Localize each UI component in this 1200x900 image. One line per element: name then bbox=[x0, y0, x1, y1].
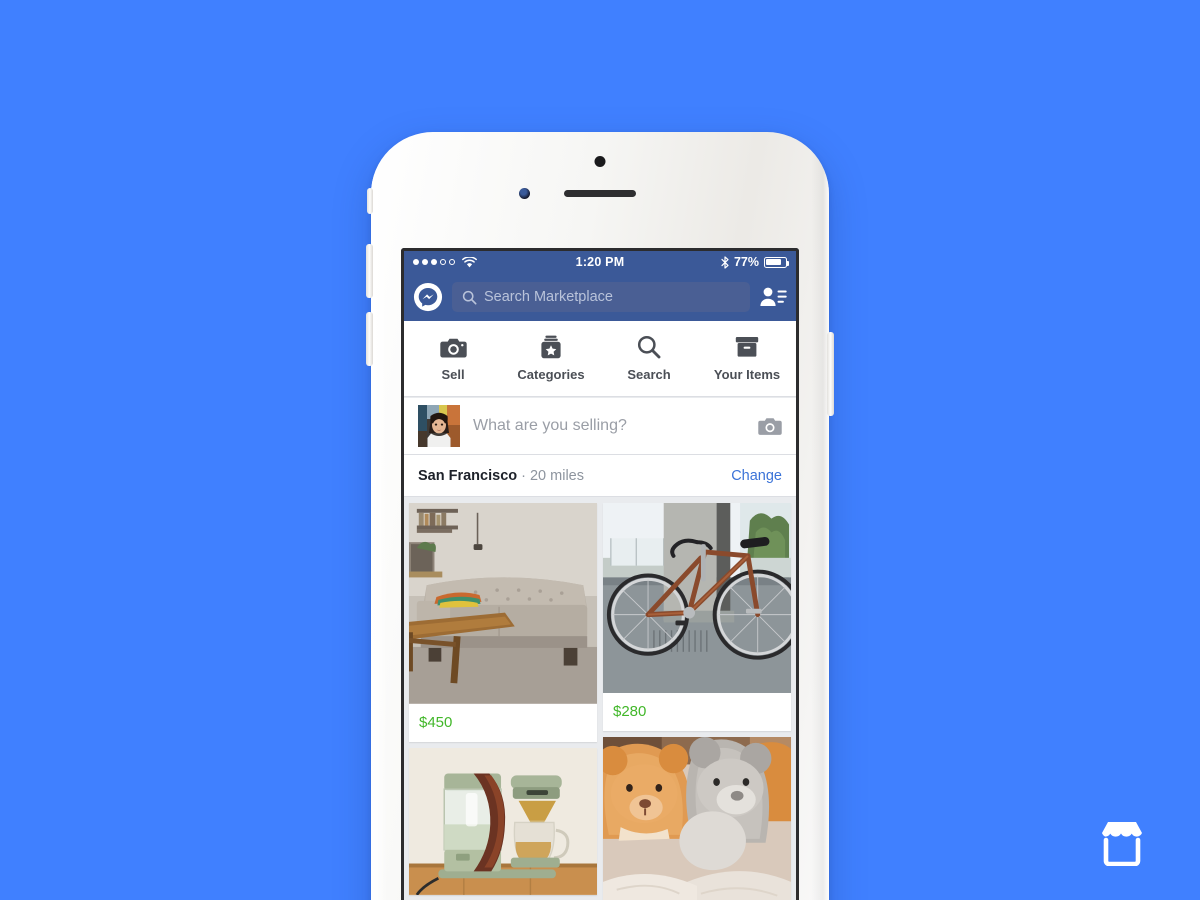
messenger-icon[interactable] bbox=[413, 282, 443, 312]
orange-and-grey-teddy-bears bbox=[603, 736, 791, 900]
nav-tab-sell[interactable]: Sell bbox=[404, 321, 502, 396]
magnifier-icon bbox=[637, 335, 661, 359]
nav-tab-label: Your Items bbox=[713, 367, 781, 382]
proximity-sensor bbox=[594, 156, 606, 167]
copper-road-bicycle-against-concrete-pillar bbox=[603, 503, 791, 693]
feed-column-left: $450 bbox=[409, 503, 597, 900]
listing-card[interactable] bbox=[409, 747, 597, 895]
change-location-link[interactable]: Change bbox=[731, 468, 782, 484]
camera-icon bbox=[439, 335, 467, 359]
front-camera bbox=[519, 188, 530, 199]
search-input[interactable]: Search Marketplace bbox=[452, 282, 750, 312]
listing-price: $280 bbox=[613, 702, 647, 720]
feed-column-right: $280 bbox=[603, 503, 791, 900]
nav-tab-your-items[interactable]: Your Items bbox=[698, 321, 796, 396]
power-button[interactable] bbox=[827, 332, 834, 416]
nav-tab-label: Sell bbox=[441, 367, 465, 382]
listing-card[interactable]: $450 bbox=[409, 503, 597, 742]
location-bar: San Francisco · 20 miles Change bbox=[404, 455, 796, 497]
earpiece-speaker bbox=[564, 190, 636, 197]
listing-price: $450 bbox=[419, 713, 453, 731]
phone-screen: 1:20 PM 77% Search Marketplace Sell Cate… bbox=[401, 248, 799, 900]
location-name: San Francisco bbox=[418, 467, 518, 484]
category-jar-star-icon bbox=[540, 335, 562, 359]
avatar[interactable] bbox=[418, 405, 460, 447]
nav-tab-label: Search bbox=[627, 367, 671, 382]
friends-list-icon[interactable] bbox=[759, 284, 787, 310]
marketplace-storefront-icon bbox=[1102, 822, 1142, 866]
search-placeholder: Search Marketplace bbox=[484, 289, 613, 305]
nav-tab-categories[interactable]: Categories bbox=[502, 321, 600, 396]
volume-up-button[interactable] bbox=[366, 244, 373, 298]
search-icon bbox=[462, 290, 477, 305]
listing-card[interactable]: $280 bbox=[603, 503, 791, 731]
composer-prompt: What are you selling? bbox=[473, 417, 627, 434]
status-bar: 1:20 PM 77% bbox=[404, 251, 796, 273]
sage-green-retro-coffee-maker bbox=[409, 747, 597, 895]
location-distance: · 20 miles bbox=[521, 467, 584, 484]
grey-tufted-sofa-with-wooden-coffee-table bbox=[409, 503, 597, 704]
status-bar-right: 77% bbox=[721, 255, 790, 269]
nav-tab-label: Categories bbox=[517, 367, 585, 382]
battery-percent: 77% bbox=[733, 255, 759, 269]
iphone-device: 1:20 PM 77% Search Marketplace Sell Cate… bbox=[366, 132, 834, 900]
volume-down-button[interactable] bbox=[366, 312, 373, 366]
listings-feed[interactable]: $450 $280 bbox=[404, 497, 796, 900]
battery-icon bbox=[764, 256, 790, 268]
nav-tab-search[interactable]: Search bbox=[600, 321, 698, 396]
camera-icon[interactable] bbox=[758, 416, 782, 436]
listing-card[interactable] bbox=[603, 736, 791, 900]
mute-switch[interactable] bbox=[367, 188, 373, 214]
status-composer[interactable]: What are you selling? bbox=[404, 397, 796, 455]
marketplace-nav-tabs: Sell Categories Search Your Items bbox=[404, 321, 796, 397]
storage-box-icon bbox=[735, 335, 759, 359]
bluetooth-icon bbox=[721, 255, 729, 269]
app-header: Search Marketplace bbox=[404, 273, 796, 321]
